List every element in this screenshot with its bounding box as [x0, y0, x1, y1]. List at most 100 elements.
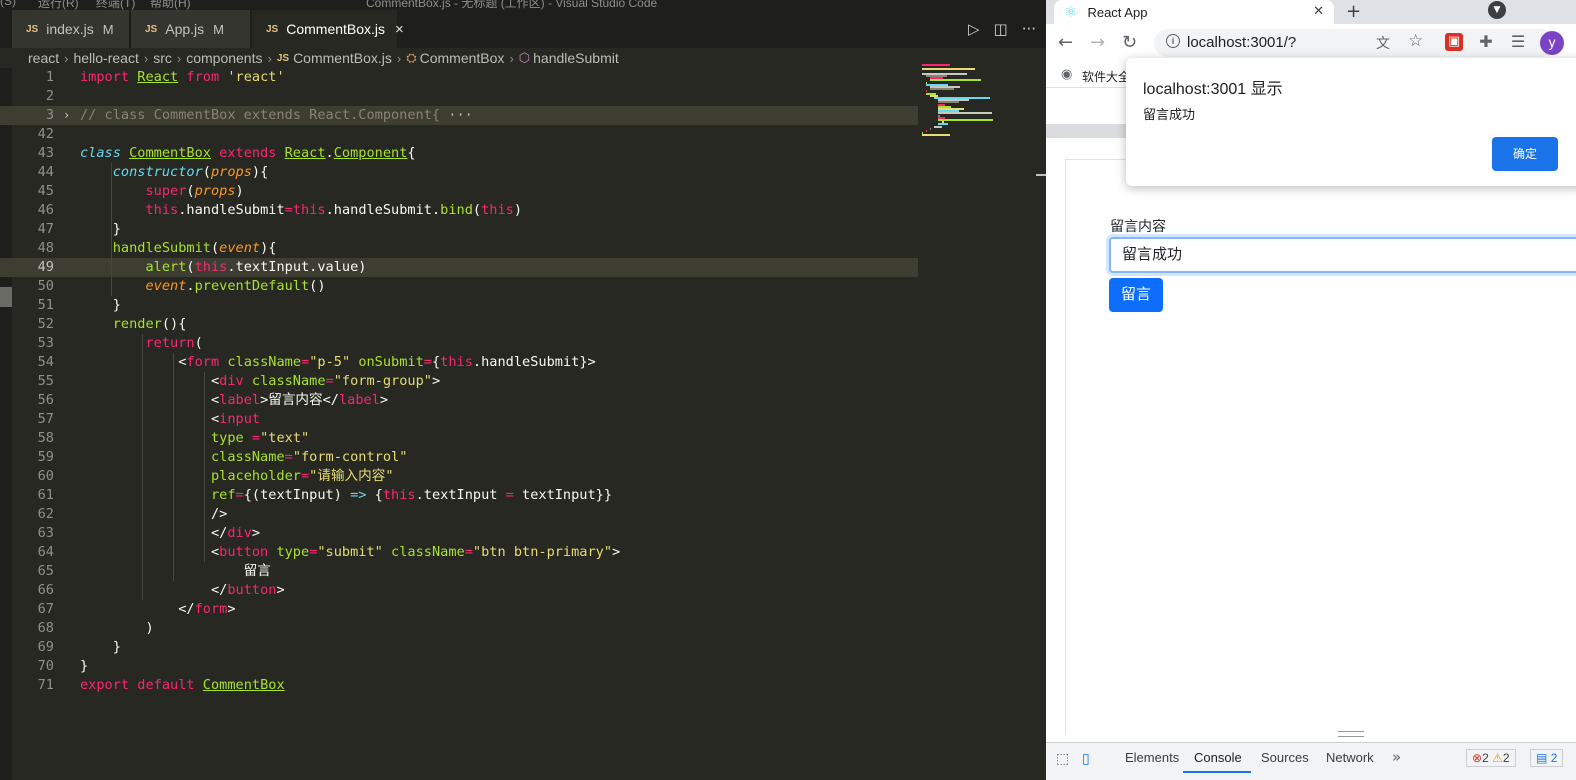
reload-icon[interactable]: ↻ [1122, 32, 1137, 53]
code-line[interactable]: 58 type ="text" [0, 429, 918, 448]
code-line[interactable]: 45 super(props) [0, 182, 918, 201]
menu-help[interactable]: 帮助(H) [150, 0, 191, 10]
extensions-puzzle-icon[interactable]: ✚ [1477, 33, 1495, 51]
code-line[interactable]: 55 <div className="form-group"> [0, 372, 918, 391]
inspect-element-icon[interactable]: ⬚ [1056, 751, 1069, 767]
tab-index-js[interactable]: JS index.js M [12, 10, 130, 48]
breadcrumb-item[interactable]: hello-react [73, 50, 138, 66]
chevron-right-icon: › [396, 50, 402, 66]
code-line[interactable]: 49 alert(this.textInput.value) [0, 258, 918, 277]
code-line[interactable]: 50 event.preventDefault() [0, 277, 918, 296]
message-count[interactable]: ▤ 2 [1530, 749, 1564, 767]
code-line[interactable]: 56 <label>留言内容</label> [0, 391, 918, 410]
devtools-panel: ⬚ ▯ Elements Console Sources Network » ⊗… [1046, 742, 1576, 780]
split-editor-icon[interactable]: ◫ [994, 20, 1008, 38]
code-line[interactable]: 70} [0, 657, 918, 676]
code-line[interactable]: 43 class CommentBox extends React.Compone… [0, 144, 918, 163]
code-line[interactable]: 65 留言 [0, 562, 918, 581]
code-line[interactable]: 3 › // class CommentBox extends React.Comp… [0, 106, 918, 125]
dialog-ok-button[interactable]: 确定 [1492, 137, 1558, 171]
browser-tab[interactable]: ⚛ React App ✕ [1054, 0, 1334, 24]
breadcrumb-item[interactable]: src [153, 50, 172, 66]
more-actions-icon[interactable]: ··· [1022, 20, 1036, 38]
extension-icon[interactable]: ▣ [1445, 33, 1463, 51]
breadcrumb-item[interactable]: react [28, 50, 59, 66]
code-line[interactable]: 51 } [0, 296, 918, 315]
address-bar[interactable]: i localhost:3001/? 文 ☆ [1154, 29, 1556, 57]
line-code: export default CommentBox [80, 677, 285, 693]
code-line[interactable]: 54 <form className="p-5" onSubmit={this.… [0, 353, 918, 372]
code-line[interactable]: 48 handleSubmit(event){ [0, 239, 918, 258]
class-symbol-icon: ⛭ [406, 50, 417, 65]
issue-counts[interactable]: ⊗2 ⚠2 [1466, 749, 1516, 767]
tab-app-js[interactable]: JS App.js M [131, 10, 251, 48]
bookmark-item[interactable]: 软件大全 [1082, 68, 1130, 85]
devtools-tab-elements[interactable]: Elements [1125, 750, 1179, 765]
code-line[interactable]: 62 /> [0, 505, 918, 524]
forward-icon[interactable]: → [1090, 32, 1105, 53]
dialog-message: 留言成功 [1143, 107, 1196, 122]
close-tab-icon[interactable]: ✕ [1313, 3, 1324, 19]
submit-button[interactable]: 留言 [1109, 278, 1163, 312]
line-number: 63 [37, 525, 54, 541]
fold-chevron-icon[interactable]: › [63, 106, 70, 125]
menu-run[interactable]: 运行(R) [38, 0, 79, 10]
bookmark-star-icon[interactable]: ☆ [1408, 31, 1423, 51]
error-icon: ⊗ [1472, 751, 1483, 765]
code-line[interactable]: 52 render(){ [0, 315, 918, 334]
code-line[interactable]: 71 export default CommentBox [0, 676, 918, 695]
code-line[interactable]: 67 </form> [0, 600, 918, 619]
tab-search-icon[interactable]: ▼ [1488, 1, 1506, 19]
minimap[interactable] [922, 64, 1038, 144]
device-toolbar-icon[interactable]: ▯ [1082, 751, 1090, 767]
url-text[interactable]: localhost:3001/? [1187, 34, 1296, 51]
code-line[interactable]: 42 [0, 125, 918, 144]
code-line[interactable]: 60 placeholder="请输入内容" [0, 467, 918, 486]
profile-avatar[interactable]: y [1540, 31, 1564, 55]
translate-icon[interactable]: 文 [1376, 33, 1390, 53]
menu-fragment[interactable]: (S) [0, 0, 16, 8]
code-line[interactable]: 64 <button type="submit" className="btn … [0, 543, 918, 562]
line-number: 68 [37, 620, 54, 636]
close-icon[interactable]: × [395, 21, 404, 38]
code-line[interactable]: 69 } [0, 638, 918, 657]
more-tabs-icon[interactable]: » [1392, 748, 1401, 766]
code-line[interactable]: 44 constructor(props){ [0, 163, 918, 182]
breadcrumb-class[interactable]: CommentBox [420, 50, 505, 66]
line-code: handleSubmit(event){ [112, 240, 277, 256]
devtools-tab-sources[interactable]: Sources [1261, 750, 1309, 765]
line-number: 55 [37, 373, 54, 389]
breadcrumb-item[interactable]: components [186, 50, 262, 66]
code-line[interactable]: 66 </button> [0, 581, 918, 600]
breadcrumb-file[interactable]: CommentBox.js [293, 50, 392, 66]
code-line[interactable]: 63 </div> [0, 524, 918, 543]
code-line[interactable]: 2 [0, 87, 918, 106]
devtools-resize-handle[interactable] [1338, 731, 1364, 737]
code-line[interactable]: 68 ) [0, 619, 918, 638]
code-line[interactable]: 46 this.handleSubmit=this.handleSubmit.b… [0, 201, 918, 220]
menu-terminal[interactable]: 终端(T) [96, 0, 135, 10]
editor-scrollbar[interactable] [1036, 64, 1046, 780]
indent-guide [111, 163, 112, 296]
code-line[interactable]: 47 } [0, 220, 918, 239]
site-info-icon[interactable]: i [1166, 34, 1180, 48]
devtools-tab-network[interactable]: Network [1326, 750, 1374, 765]
reading-list-icon[interactable]: ☰ [1509, 33, 1527, 51]
comment-input[interactable]: 留言成功 [1109, 237, 1576, 273]
code-line[interactable]: 53 return( [0, 334, 918, 353]
code-line[interactable]: 1 import React from 'react' [0, 68, 918, 87]
line-number: 56 [37, 392, 54, 408]
tab-commentbox-js[interactable]: JS CommentBox.js × [252, 10, 404, 48]
line-number: 71 [37, 677, 54, 693]
code-line[interactable]: 59 className="form-control" [0, 448, 918, 467]
code-line[interactable]: 61 ref={(textInput) => {this.textInput =… [0, 486, 918, 505]
tab-label: App.js [165, 21, 205, 37]
breadcrumb-method[interactable]: handleSubmit [533, 50, 619, 66]
line-code: } [80, 297, 121, 313]
back-icon[interactable]: ← [1058, 32, 1073, 53]
code-line[interactable]: 57 <input [0, 410, 918, 429]
devtools-tab-console[interactable]: Console [1194, 750, 1242, 765]
run-icon[interactable]: ▷ [968, 20, 980, 38]
browser-toolbar: ← → ↻ i localhost:3001/? 文 ☆ ▣ ✚ ☰ y [1046, 24, 1576, 62]
new-tab-icon[interactable]: + [1346, 1, 1361, 22]
